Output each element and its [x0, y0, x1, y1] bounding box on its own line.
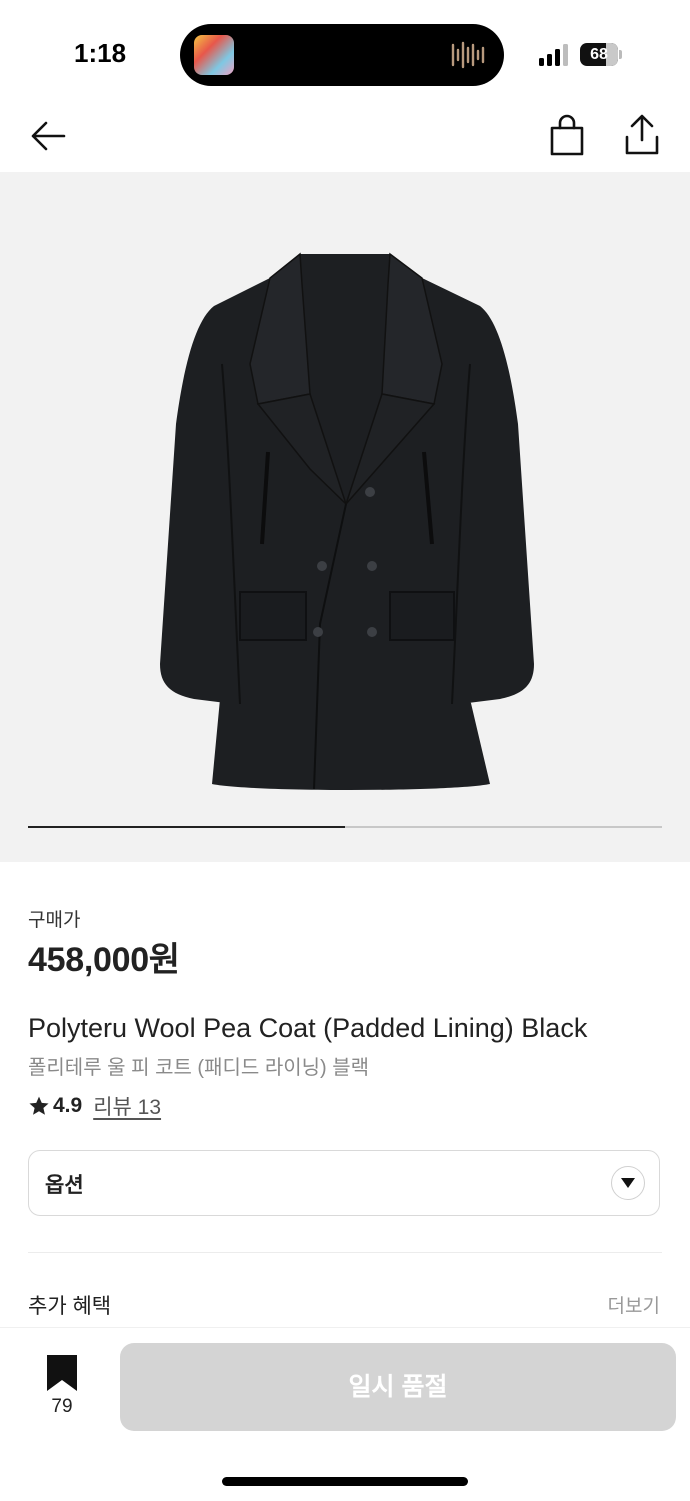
home-indicator — [222, 1477, 468, 1486]
bookmark-button[interactable]: 79 — [40, 1354, 84, 1420]
image-carousel-progress-fill — [28, 826, 345, 828]
bookmark-icon — [47, 1355, 77, 1391]
image-carousel-progress — [28, 826, 662, 828]
product-image-coat — [160, 252, 534, 790]
product-name-english: Polyteru Wool Pea Coat (Padded Lining) B… — [28, 1013, 588, 1043]
dynamic-island[interactable] — [180, 24, 504, 86]
status-bar: 1:18 68 — [0, 0, 690, 105]
rating-row: 4.9 리뷰 13 — [28, 1092, 161, 1120]
cellular-signal-icon — [539, 44, 568, 66]
shopping-bag-icon[interactable] — [547, 113, 587, 157]
rating-value: 4.9 — [53, 1094, 83, 1117]
battery-level: 68 — [590, 46, 608, 63]
additional-benefits-label: 추가 혜택 — [28, 1295, 112, 1318]
battery-icon: 68 — [580, 43, 622, 66]
product-name-korean: 폴리테루 울 피 코트 (패디드 라이닝) 블랙 — [28, 1057, 370, 1079]
chevron-down-icon[interactable] — [611, 1166, 645, 1200]
share-icon[interactable] — [622, 113, 662, 157]
now-playing-thumbnail — [194, 35, 234, 75]
bottom-action-bar: 79 일시 품절 — [0, 1327, 690, 1501]
view-more-link[interactable]: 더보기 — [608, 1291, 660, 1318]
option-select-label: 옵션 — [45, 1174, 84, 1197]
back-arrow-icon[interactable] — [28, 116, 68, 156]
sold-out-button[interactable]: 일시 품절 — [120, 1343, 676, 1431]
bookmark-count: 79 — [51, 1396, 73, 1417]
product-price: 458,000원 — [28, 941, 180, 979]
audio-waveform-icon — [451, 41, 485, 69]
product-image-gallery[interactable] — [0, 172, 690, 862]
option-select[interactable]: 옵션 — [28, 1150, 660, 1216]
price-label: 구매가 — [28, 910, 81, 931]
top-nav-bar — [0, 105, 690, 171]
star-icon — [29, 1096, 49, 1115]
section-divider — [28, 1252, 662, 1253]
status-time: 1:18 — [74, 38, 127, 68]
review-link[interactable]: 리뷰 13 — [93, 1091, 161, 1121]
